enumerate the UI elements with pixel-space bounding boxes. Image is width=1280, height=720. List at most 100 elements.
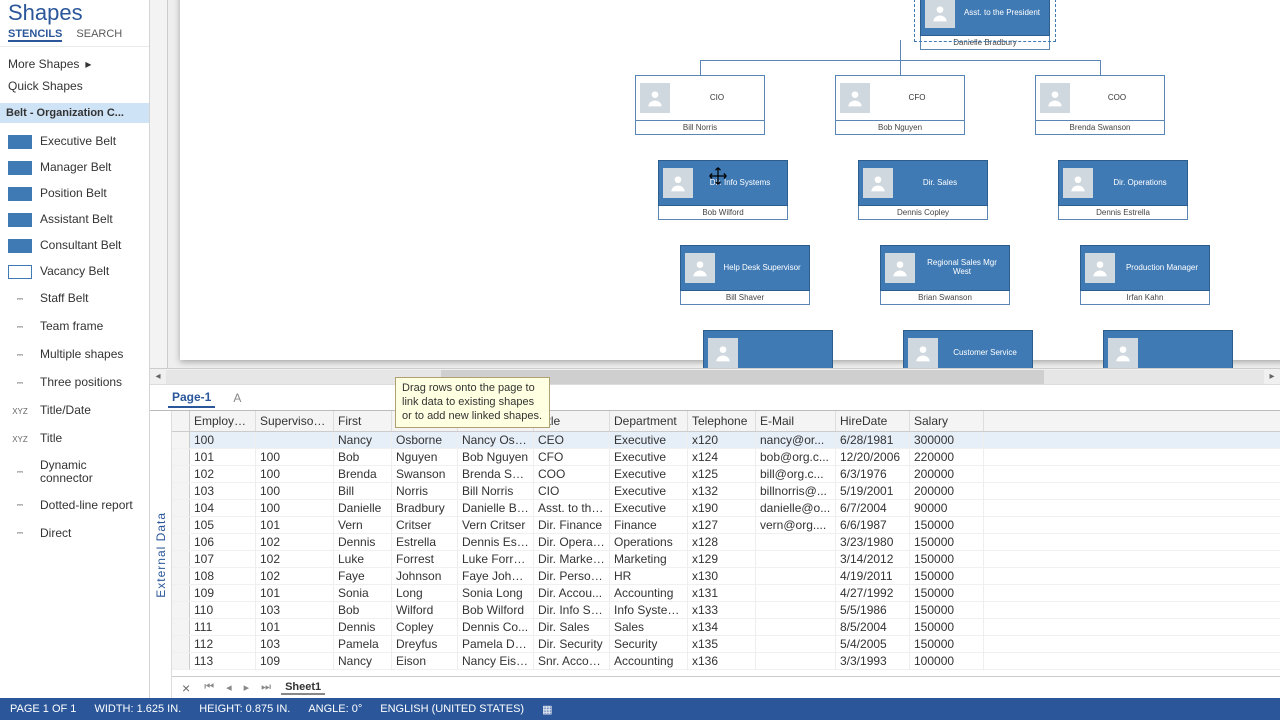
cell[interactable]: Danielle Br... [458,500,534,516]
cell[interactable]: Osborne [392,432,458,448]
table-row[interactable]: 109101SoniaLongSonia LongDir. Accou...Ac… [172,585,1280,602]
cell[interactable]: 6/3/1976 [836,466,910,482]
cell[interactable]: Norris [392,483,458,499]
cell[interactable]: Bob Wilford [458,602,534,618]
cell[interactable]: 103 [190,483,256,499]
cell[interactable]: 100 [256,483,334,499]
cell[interactable]: Bob [334,449,392,465]
tab-search[interactable]: SEARCH [76,28,122,42]
row-header[interactable] [172,619,190,635]
org-node-dir-ops[interactable]: Dir. Operations Dennis Estrella [1058,160,1188,220]
cell[interactable]: Nancy Osb... [458,432,534,448]
cell[interactable]: Critser [392,517,458,533]
cell[interactable]: 103 [256,636,334,652]
cell[interactable]: Nancy Eison [458,653,534,669]
status-language[interactable]: ENGLISH (UNITED STATES) [380,703,524,715]
cell[interactable]: 200000 [910,483,984,499]
cell[interactable]: x128 [688,534,756,550]
cell[interactable]: Nancy [334,653,392,669]
cell[interactable]: Brenda [334,466,392,482]
cell[interactable]: x127 [688,517,756,533]
cell[interactable]: Bill Norris [458,483,534,499]
org-node-cfo[interactable]: CFO Bob Nguyen [835,75,965,135]
page-tab-1[interactable]: Page-1 [168,388,215,408]
grid-col-header[interactable]: Salary [910,411,984,431]
cell[interactable]: Bill [334,483,392,499]
grid-col-header[interactable]: EmployeeID [190,411,256,431]
table-row[interactable]: 108102FayeJohnsonFaye Johns...Dir. Perso… [172,568,1280,585]
cell[interactable]: 100 [256,500,334,516]
cell[interactable]: 102 [190,466,256,482]
tab-stencils[interactable]: STENCILS [8,28,62,42]
cell[interactable]: 150000 [910,517,984,533]
cell[interactable]: x131 [688,585,756,601]
cell[interactable]: 3/23/1980 [836,534,910,550]
cell[interactable]: Executive [610,483,688,499]
more-shapes[interactable]: More Shapes ▸ [8,53,141,75]
row-header[interactable] [172,500,190,516]
cell[interactable]: 103 [256,602,334,618]
row-header[interactable] [172,653,190,669]
org-node-partial-3[interactable] [1103,330,1233,368]
stencil-item[interactable]: ⎓Staff Belt [4,285,145,313]
table-row[interactable]: 111101DennisCopleyDennis Co...Dir. Sales… [172,619,1280,636]
cell[interactable]: Luke Forrest [458,551,534,567]
cell[interactable] [756,636,836,652]
grid-body[interactable]: 100NancyOsborneNancy Osb...CEOExecutivex… [172,432,1280,676]
cell[interactable] [756,653,836,669]
cell[interactable]: x190 [688,500,756,516]
cell[interactable]: 107 [190,551,256,567]
cell[interactable]: Johnson [392,568,458,584]
stencil-item[interactable]: XYZTitle/Date [4,397,145,425]
row-header[interactable] [172,466,190,482]
cell[interactable]: 102 [256,534,334,550]
cell[interactable]: x136 [688,653,756,669]
org-node-assistant[interactable]: Asst. to the President Danielle Bradbury [920,0,1050,50]
cell[interactable]: 90000 [910,500,984,516]
cell[interactable]: 150000 [910,602,984,618]
cell[interactable]: billnorris@... [756,483,836,499]
cell[interactable]: x133 [688,602,756,618]
cell[interactable]: 106 [190,534,256,550]
sheet-next-icon[interactable]: ▸ [242,681,252,694]
cell[interactable]: Faye Johns... [458,568,534,584]
cell[interactable]: 150000 [910,534,984,550]
cell[interactable]: Nguyen [392,449,458,465]
cell[interactable]: 5/5/1986 [836,602,910,618]
org-node-partial-2[interactable]: Customer Service [903,330,1033,368]
cell[interactable]: 4/27/1992 [836,585,910,601]
cell[interactable]: Luke [334,551,392,567]
cell[interactable]: Wilford [392,602,458,618]
cell[interactable]: 150000 [910,585,984,601]
cell[interactable]: Dreyfus [392,636,458,652]
org-node-regional-sales[interactable]: Regional Sales Mgr West Brian Swanson [880,245,1010,305]
row-header[interactable] [172,585,190,601]
org-node-production[interactable]: Production Manager Irfan Kahn [1080,245,1210,305]
cell[interactable]: 109 [256,653,334,669]
cell[interactable]: Dir. Person... [534,568,610,584]
cell[interactable]: Security [610,636,688,652]
cell[interactable]: Bob [334,602,392,618]
cell[interactable]: Executive [610,500,688,516]
cell[interactable]: 6/7/2004 [836,500,910,516]
cell[interactable]: danielle@o... [756,500,836,516]
cell[interactable]: Pamela Dre... [458,636,534,652]
sheet-tab-1[interactable]: Sheet1 [281,681,325,695]
stencil-item[interactable]: Assistant Belt [4,207,145,233]
cell[interactable]: Pamela [334,636,392,652]
cell[interactable]: Dir. Accou... [534,585,610,601]
sheet-prev-icon[interactable]: ◂ [224,681,234,694]
row-header[interactable] [172,534,190,550]
cell[interactable]: x120 [688,432,756,448]
org-node-coo[interactable]: COO Brenda Swanson [1035,75,1165,135]
cell[interactable] [756,568,836,584]
cell[interactable]: 150000 [910,619,984,635]
stencil-item[interactable]: ⎓Dotted-line report [4,491,145,519]
cell[interactable]: 150000 [910,568,984,584]
row-header[interactable] [172,449,190,465]
cell[interactable]: Dennis Estr... [458,534,534,550]
cell[interactable]: 104 [190,500,256,516]
cell[interactable]: 200000 [910,466,984,482]
cell[interactable]: 300000 [910,432,984,448]
external-data-label[interactable]: External Data [150,411,172,698]
